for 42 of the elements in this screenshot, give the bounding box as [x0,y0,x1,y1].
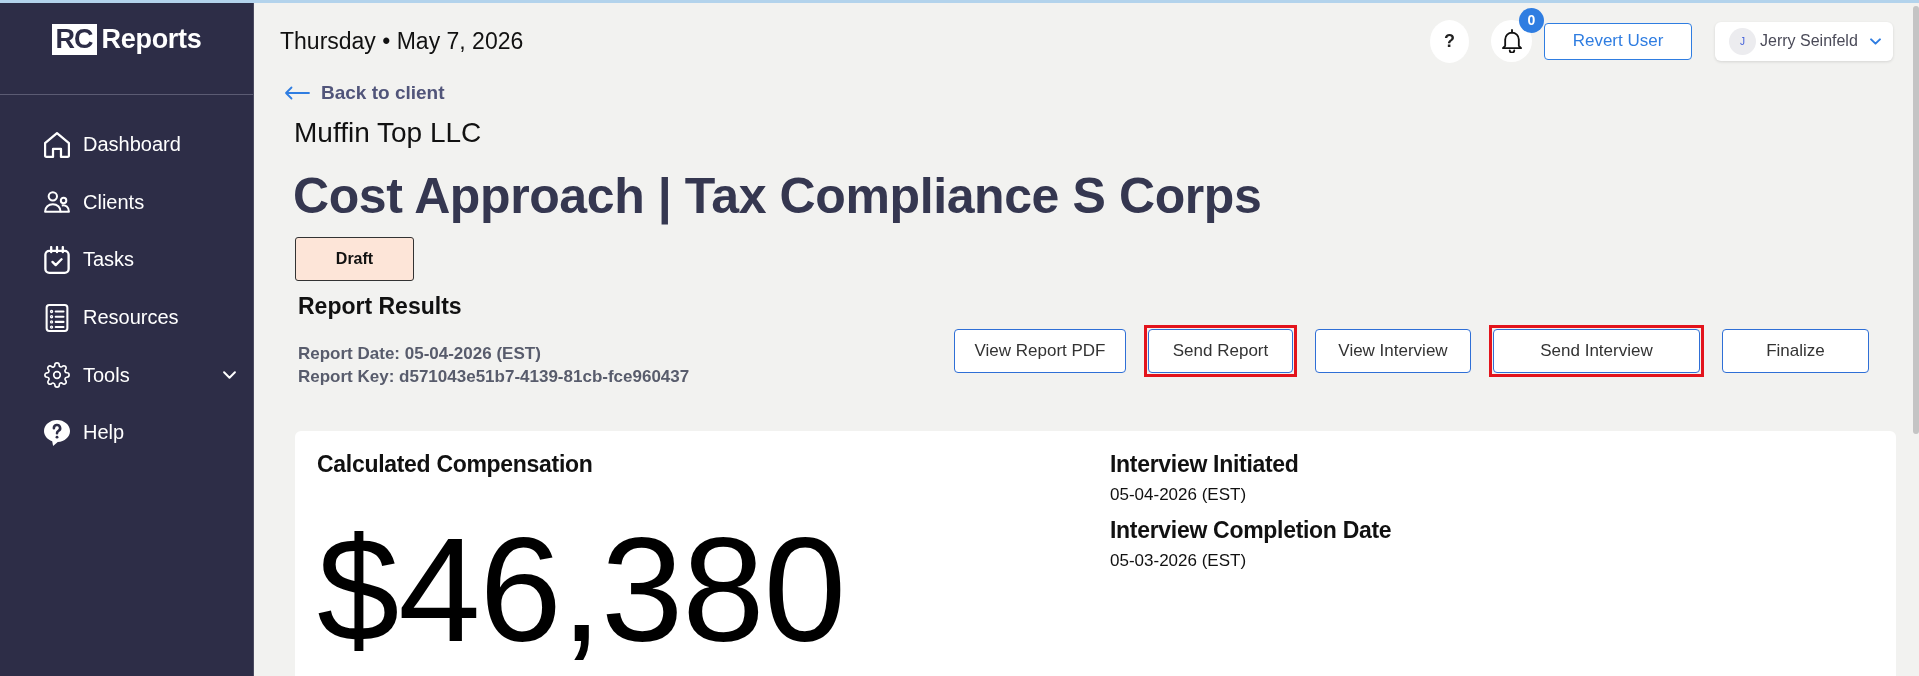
action-button[interactable]: Finalize [1722,329,1869,373]
notification-count-badge: 0 [1519,8,1544,33]
logo-mark: RC [51,23,97,55]
client-name: Muffin Top LLC [294,116,483,150]
scrollbar-thumb[interactable] [1913,6,1919,434]
detail-value: 05-03-2026 (EST) [1110,550,1248,572]
current-date: Thursday • May 7, 2026 [280,27,524,55]
action-button[interactable]: Send Interview [1493,329,1700,373]
status-badge: Draft [295,237,414,281]
gear-icon [44,361,70,390]
report-title: Cost Approach | Tax Compliance S Corps [293,167,1263,226]
action-button[interactable]: Send Report [1148,329,1293,373]
calendar-check-icon [44,246,70,274]
action-button[interactable]: View Interview [1315,329,1471,373]
avatar-initial: J [1729,27,1756,55]
home-icon [44,130,70,159]
caret-down-icon [1870,37,1881,45]
nav-item[interactable]: Help [0,403,253,462]
help-bubble-icon [44,418,70,447]
nav-item[interactable]: Dashboard [0,116,253,174]
report-key: Report Key: d571043e51b7-4139-81cb-fce960437 [298,365,690,388]
user-menu-button[interactable]: J Jerry Seinfeld [1715,21,1893,61]
logo-text: Reports [101,23,202,55]
action-button[interactable]: View Report PDF [954,329,1126,373]
arrow-left-icon [284,86,310,100]
list-icon [44,303,70,332]
compensation-label: Calculated Compensation [317,450,594,478]
section-heading: Report Results [298,292,463,320]
report-date: Report Date: 05-04-2026 (EST) [298,343,542,365]
nav-item[interactable]: Tasks [0,231,253,289]
help-button[interactable]: ? [1430,19,1469,63]
nav-item[interactable]: Tools [0,346,253,404]
back-link[interactable]: Back to client [284,82,445,104]
detail-label: Interview Initiated [1110,450,1300,478]
detail-value: 05-04-2026 (EST) [1110,484,1248,506]
revert-user-button[interactable]: Revert User [1544,22,1692,60]
bell-icon [1501,29,1522,53]
nav-item[interactable]: Resources [0,288,253,347]
detail-label: Interview Completion Date [1110,516,1393,544]
compensation-amount: $46,380 [317,516,846,664]
nav-item[interactable]: Clients [0,173,253,232]
chevron-down-icon [223,371,236,380]
